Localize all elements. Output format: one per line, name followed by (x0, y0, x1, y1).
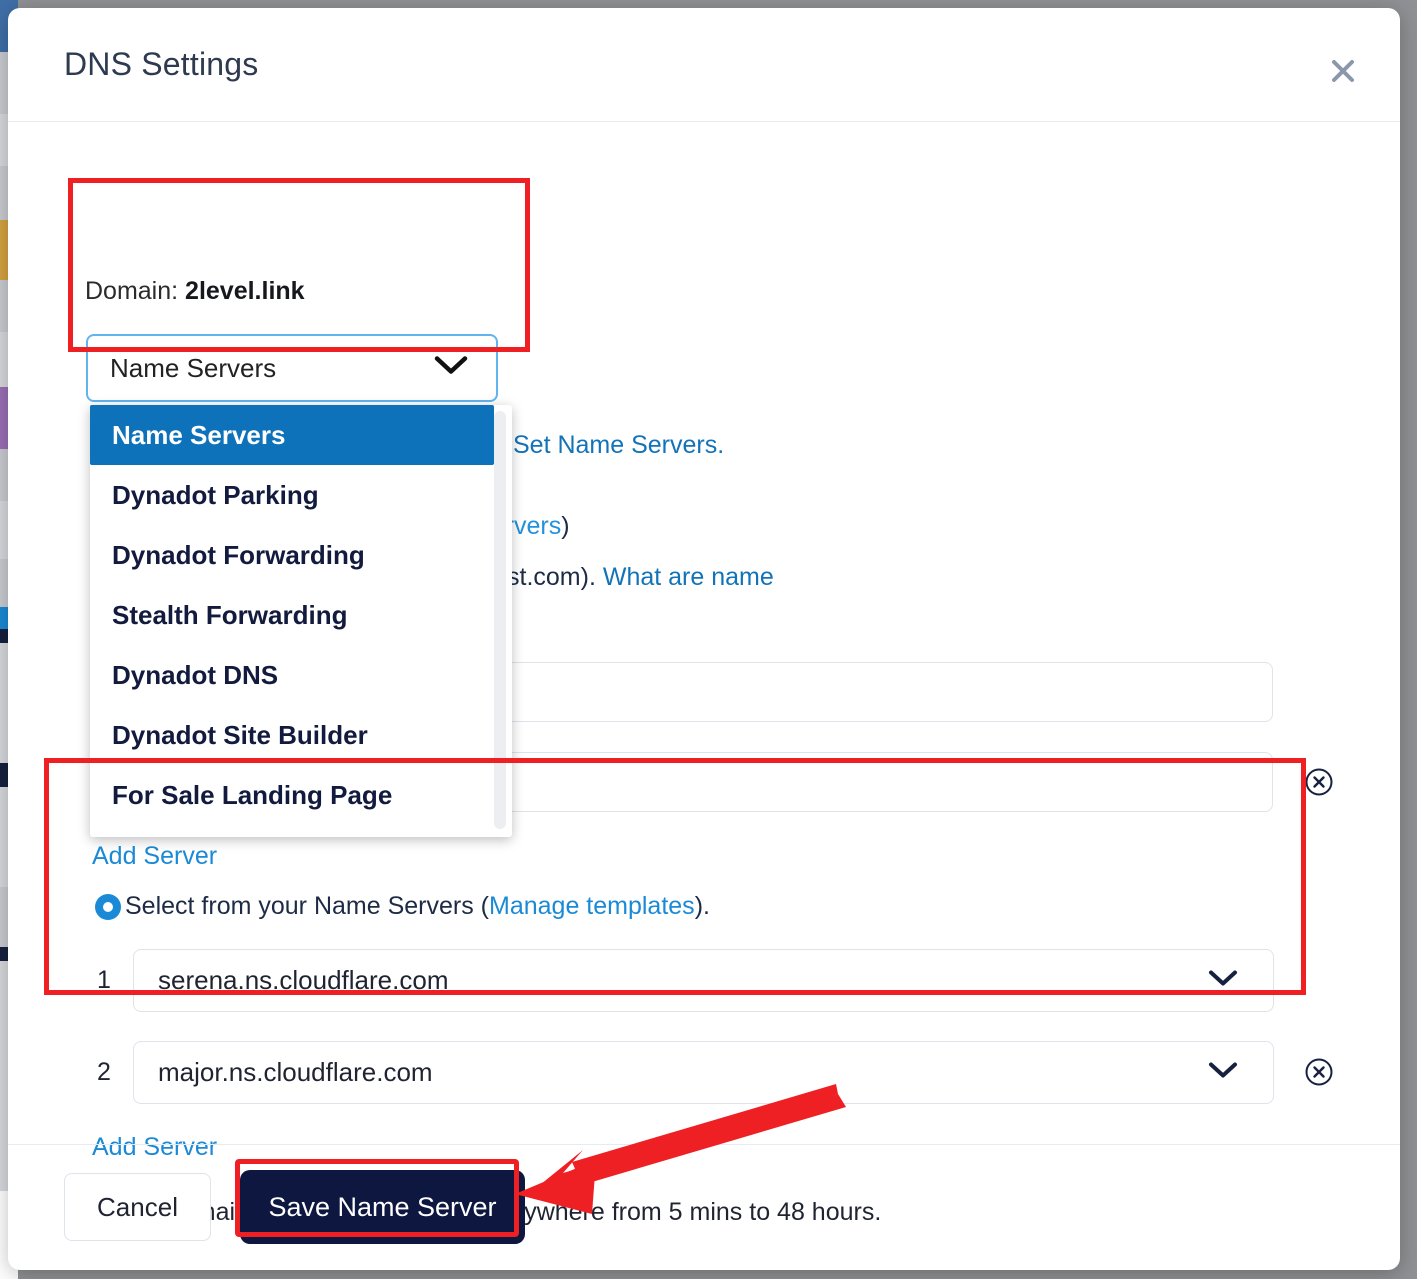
template-value-1: serena.ns.cloudflare.com (158, 965, 448, 996)
dropdown-option-for-sale-landing-page[interactable]: For Sale Landing Page (90, 765, 512, 825)
set-name-servers-link[interactable]: Set Name Servers. (513, 431, 724, 460)
template-row-2: 2 major.ns.cloudflare.com (86, 1041, 1274, 1104)
dropdown-option-name-servers[interactable]: Name Servers (90, 405, 494, 465)
manage-templates-link[interactable]: Manage templates (489, 892, 695, 921)
dropdown-option-dynadot-parking[interactable]: Dynadot Parking (90, 465, 512, 525)
modal-header: DNS Settings (8, 8, 1400, 122)
radio-label-suffix: ). (695, 892, 710, 921)
cancel-button[interactable]: Cancel (64, 1173, 211, 1241)
dropdown-option-dynadot-dns[interactable]: Dynadot DNS (90, 645, 512, 705)
dropdown-option-dynadot-forwarding[interactable]: Dynadot Forwarding (90, 525, 512, 585)
domain-label: Domain: 2level.link (85, 277, 305, 306)
dropdown-option-dynadot-site-builder[interactable]: Dynadot Site Builder (90, 705, 512, 765)
modal-footer: Cancel Save Name Server (8, 1144, 1400, 1270)
template-select-2[interactable]: major.ns.cloudflare.com (133, 1041, 1274, 1104)
select-template-radio[interactable] (95, 894, 121, 920)
template-row-number-1: 1 (86, 966, 122, 995)
template-value-2: major.ns.cloudflare.com (158, 1057, 433, 1088)
dns-type-select-value: Name Servers (110, 353, 276, 384)
template-row-1: 1 serena.ns.cloudflare.com (86, 949, 1274, 1012)
chevron-down-icon (434, 356, 468, 381)
what-are-name-servers-link[interactable]: What are name (603, 563, 774, 591)
dropdown-option-stealth-forwarding[interactable]: Stealth Forwarding (90, 585, 512, 645)
page-title: DNS Settings (64, 46, 258, 83)
dns-settings-modal: DNS Settings Domain: 2level.link Set Nam… (8, 8, 1400, 1270)
domain-prefix: Domain: (85, 277, 185, 305)
save-name-server-button[interactable]: Save Name Server (240, 1170, 525, 1244)
add-server-link-1[interactable]: Add Server (92, 842, 217, 871)
template-select-1[interactable]: serena.ns.cloudflare.com (133, 949, 1274, 1012)
paragraph1-suffix: ) (561, 512, 569, 540)
radio-label-prefix: Select from your Name Servers ( (125, 892, 489, 921)
delete-circle-icon[interactable] (1304, 1057, 1334, 1087)
dropdown-scrollbar[interactable] (494, 411, 506, 829)
modal-body: Domain: 2level.link Set Name Servers. e … (8, 122, 1400, 1144)
delete-circle-icon[interactable] (1304, 767, 1334, 797)
dns-type-dropdown-list[interactable]: Name Servers Dynadot Parking Dynadot For… (90, 405, 512, 837)
domain-name: 2level.link (185, 277, 305, 305)
template-row-number-2: 2 (86, 1058, 122, 1087)
select-from-templates-row: Select from your Name Servers (Manage te… (95, 892, 710, 921)
chevron-down-icon (1208, 1061, 1238, 1084)
chevron-down-icon (1208, 969, 1238, 992)
dns-type-select[interactable]: Name Servers (86, 334, 498, 402)
close-icon[interactable] (1326, 54, 1360, 88)
